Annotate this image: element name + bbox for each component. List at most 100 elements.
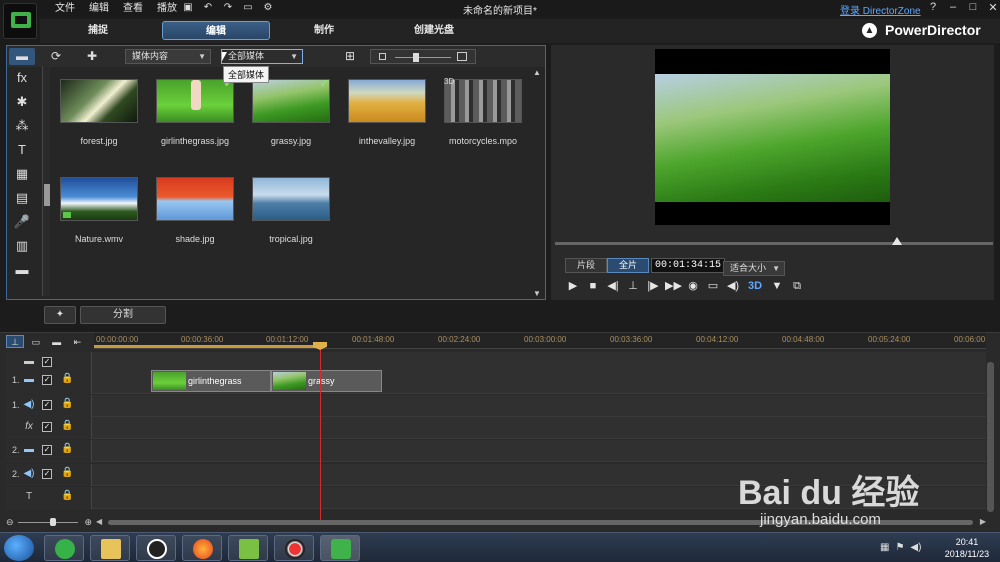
stop-icon[interactable]: ■ bbox=[585, 279, 601, 294]
media-tile-girlinthegrass[interactable]: ✔ girlinthegrass.jpg bbox=[154, 75, 236, 155]
timeline-range-selection bbox=[94, 345, 320, 348]
timeline-clip-girlinthegrass[interactable]: girlinthegrass bbox=[151, 370, 271, 392]
tab-capture[interactable]: 捕捉 bbox=[44, 21, 152, 40]
undock-preview-icon[interactable]: ⧉ bbox=[789, 279, 805, 294]
import-media-icon[interactable]: ⟳ bbox=[43, 48, 69, 65]
login-directorzone-link[interactable]: 登录 DirectorZone bbox=[840, 2, 921, 17]
taskbar-app-firefox[interactable] bbox=[182, 535, 222, 561]
particle-room-icon[interactable]: ⁂ bbox=[8, 115, 36, 139]
timeline-clip-grassy[interactable]: grassy bbox=[271, 370, 382, 392]
tab-edit[interactable]: 编辑 bbox=[162, 21, 270, 40]
media-tile-forest[interactable]: forest.jpg bbox=[58, 75, 140, 155]
network-icon[interactable]: ▦ bbox=[880, 542, 889, 553]
fast-forward-icon[interactable]: ▶▶ bbox=[665, 279, 682, 294]
volume-icon[interactable]: ◀) bbox=[725, 279, 741, 294]
track-enable-checkbox[interactable]: ✓ bbox=[42, 357, 52, 367]
previous-frame-icon[interactable]: ◀| bbox=[605, 279, 621, 294]
taskbar-app-media[interactable] bbox=[228, 535, 268, 561]
upgrade-arrow-icon[interactable]: ▲ bbox=[862, 23, 877, 38]
media-tile-motorcycles[interactable]: 3D motorcycles.mpo bbox=[442, 75, 524, 155]
movie-mode-button[interactable]: 全片 bbox=[607, 258, 649, 273]
close-button[interactable]: ✕ bbox=[988, 1, 998, 14]
scroll-down-icon[interactable]: ▼ bbox=[533, 289, 541, 298]
chevron-down-icon[interactable]: ▼ bbox=[769, 279, 785, 294]
media-tile-nature[interactable]: Nature.wmv bbox=[58, 173, 140, 253]
subtitle-room-icon[interactable]: ▬ bbox=[8, 259, 36, 283]
media-tile-grassy[interactable]: ✔ grassy.jpg bbox=[250, 75, 332, 155]
track-manager-icon[interactable]: ▬ bbox=[48, 336, 66, 349]
track-number: 2. bbox=[12, 445, 20, 455]
scroll-left-icon[interactable]: ◀ bbox=[96, 517, 102, 526]
timeline-ruler[interactable]: 00:00:00:00 00:00:36:00 00:01:12:00 00:0… bbox=[94, 333, 986, 349]
scroll-up-icon[interactable]: ▲ bbox=[533, 68, 541, 77]
fit-timeline-icon[interactable]: ⇤ bbox=[68, 336, 86, 349]
fit-size-dropdown[interactable]: 适合大小 ▼ bbox=[723, 261, 785, 276]
grid-view-icon[interactable]: ⊞ bbox=[337, 48, 363, 65]
zoom-knob[interactable] bbox=[50, 518, 56, 526]
thumbnail-size-slider[interactable] bbox=[370, 49, 476, 64]
media-room-icon[interactable]: ▬ bbox=[9, 48, 35, 65]
library-scrollbar[interactable]: ▲ ▼ bbox=[532, 68, 542, 298]
3d-mode-button[interactable]: 3D bbox=[745, 279, 765, 294]
chapter-room-icon[interactable]: ▥ bbox=[8, 235, 36, 259]
track-enable-checkbox[interactable]: ✓ bbox=[42, 445, 52, 455]
mode-bar: 捕捉 编辑 制作 创建光盘 bbox=[40, 19, 1000, 43]
start-button[interactable] bbox=[4, 535, 34, 561]
content-dropdown[interactable]: 媒体内容 ▼ bbox=[125, 49, 211, 64]
volume-icon[interactable]: ◀) bbox=[910, 542, 921, 553]
media-tile-inthevalley[interactable]: inthevalley.jpg bbox=[346, 75, 428, 155]
split-marker-icon[interactable]: ⊥ bbox=[625, 279, 641, 294]
media-filter-value: 全部媒体 bbox=[228, 51, 265, 61]
media-filter-dropdown[interactable]: 全部媒体 ▼ bbox=[221, 49, 303, 64]
flag-icon[interactable]: ⚑ bbox=[895, 542, 904, 553]
maximize-button[interactable]: □ bbox=[968, 1, 978, 14]
slider-knob[interactable] bbox=[413, 53, 419, 62]
taskbar-clock[interactable]: 20:41 2018/11/23 bbox=[936, 536, 998, 560]
title-room-icon[interactable]: T bbox=[8, 139, 36, 163]
zoom-in-icon[interactable]: ⊕ bbox=[84, 517, 92, 528]
lock-icon[interactable]: 🔒 bbox=[61, 373, 73, 385]
fx-room-icon[interactable]: fx bbox=[8, 67, 36, 91]
minimize-button[interactable]: – bbox=[948, 1, 958, 14]
lock-icon[interactable]: 🔒 bbox=[61, 490, 73, 502]
timecode[interactable]: 00:01:34:15 bbox=[651, 258, 726, 273]
plugin-icon[interactable]: ✚ bbox=[79, 48, 105, 65]
track-enable-checkbox[interactable]: ✓ bbox=[42, 469, 52, 479]
magic-tools-wand-icon[interactable]: ✦ bbox=[44, 306, 76, 324]
timeline-zoom-slider[interactable]: ⊖ ⊕ bbox=[6, 517, 92, 527]
next-frame-icon[interactable]: |▶ bbox=[645, 279, 661, 294]
library-collapse-handle[interactable] bbox=[42, 66, 50, 296]
tab-create-disc[interactable]: 创建光盘 bbox=[380, 21, 488, 40]
track-enable-checkbox[interactable]: ✓ bbox=[42, 422, 52, 432]
voiceover-microphone-icon[interactable]: 🎤 bbox=[8, 211, 36, 235]
transition-room-icon[interactable]: ▦ bbox=[8, 163, 36, 187]
zoom-out-icon[interactable]: ⊖ bbox=[6, 517, 14, 528]
media-tile-shade[interactable]: shade.jpg bbox=[154, 173, 236, 253]
lock-icon[interactable]: 🔒 bbox=[61, 467, 73, 479]
clip-mode-button[interactable]: 片段 bbox=[565, 258, 607, 273]
media-tile-tropical[interactable]: tropical.jpg bbox=[250, 173, 332, 253]
preview-seek-bar[interactable] bbox=[555, 237, 993, 245]
taskbar-app-qq[interactable] bbox=[136, 535, 176, 561]
taskbar-app-recorder[interactable] bbox=[274, 535, 314, 561]
seek-head[interactable] bbox=[892, 237, 902, 245]
lock-icon[interactable]: 🔒 bbox=[61, 420, 73, 432]
audio-mixing-icon[interactable]: ▤ bbox=[8, 187, 36, 211]
media-name: inthevalley.jpg bbox=[358, 136, 416, 146]
taskbar-app-360[interactable] bbox=[44, 535, 84, 561]
tab-produce[interactable]: 制作 bbox=[270, 21, 378, 40]
play-icon[interactable]: ▶ bbox=[565, 279, 581, 294]
lock-icon[interactable]: 🔒 bbox=[61, 398, 73, 410]
taskbar-app-explorer[interactable] bbox=[90, 535, 130, 561]
snapshot-camera-icon[interactable]: ◉ bbox=[685, 279, 701, 294]
help-button[interactable]: ? bbox=[928, 1, 938, 14]
timeline-view-icon[interactable]: ⊥ bbox=[6, 335, 24, 348]
pip-objects-icon[interactable]: ✱ bbox=[8, 91, 36, 115]
external-display-icon[interactable]: ▭ bbox=[705, 279, 721, 294]
storyboard-view-icon[interactable]: ▭ bbox=[27, 336, 45, 349]
taskbar-app-powerdirector[interactable] bbox=[320, 535, 360, 561]
split-button[interactable]: 分割 bbox=[80, 306, 166, 324]
lock-icon[interactable]: 🔒 bbox=[61, 443, 73, 455]
track-enable-checkbox[interactable]: ✓ bbox=[42, 400, 52, 410]
track-enable-checkbox[interactable]: ✓ bbox=[42, 375, 52, 385]
